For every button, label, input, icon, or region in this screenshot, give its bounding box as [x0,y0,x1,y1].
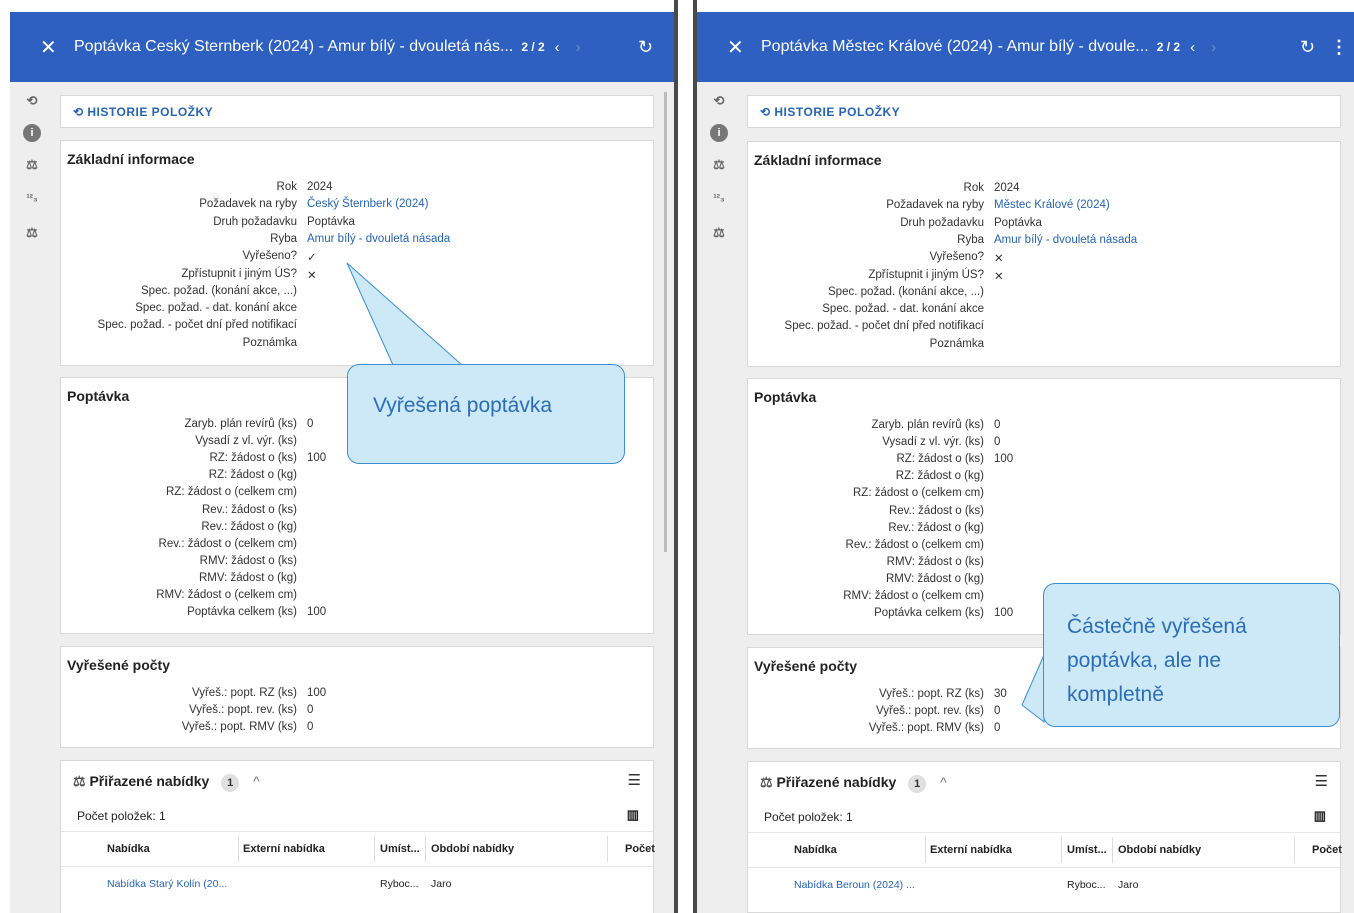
callout-partially-resolved: Částečně vyřešená poptávka, ale ne kompl… [1043,583,1340,727]
callout-text: Vyřešená poptávka [373,394,553,417]
callout-text-line: kompletně [1067,683,1164,706]
callout-text-line: Částečně vyřešená [1067,615,1247,638]
callout-text-line: poptávka, ale ne [1067,649,1222,672]
callout-tails [346,262,1045,724]
callout-resolved: Vyřešená poptávka [347,364,625,464]
